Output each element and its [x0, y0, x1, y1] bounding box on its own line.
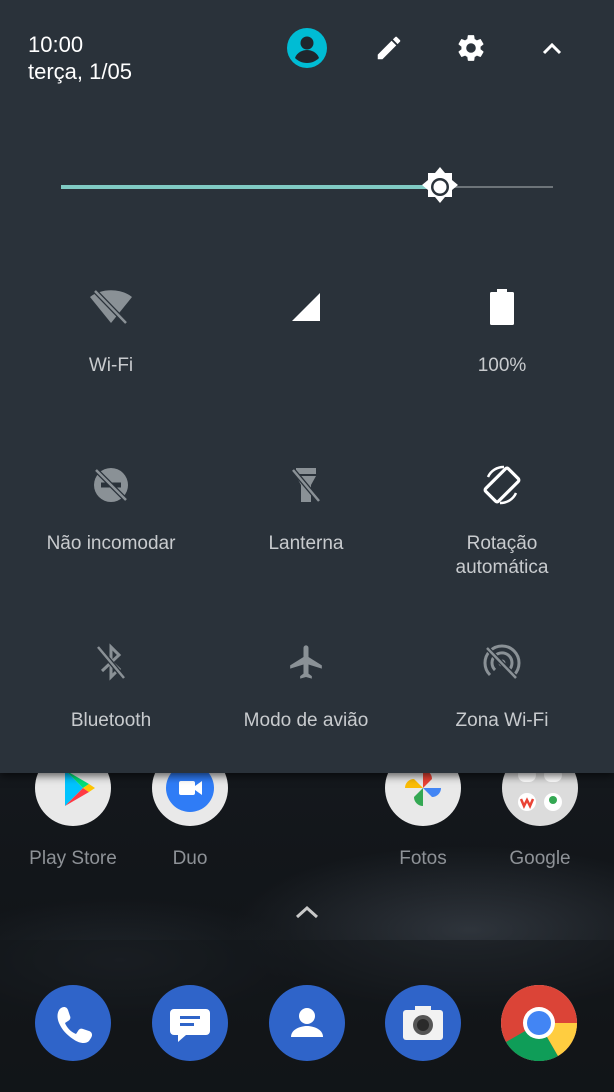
cellular-signal-icon: [292, 293, 320, 321]
battery-icon: [490, 289, 514, 325]
tile-label: Lanterna: [268, 533, 344, 554]
tile-auto-rotate[interactable]: Rotação automática: [402, 460, 602, 580]
bluetooth-off-icon: [96, 643, 126, 681]
app-label: Fotos: [399, 848, 447, 869]
tile-do-not-disturb[interactable]: Não incomodar: [11, 460, 211, 556]
brightness-thumb-icon[interactable]: [418, 165, 462, 209]
wifi-off-icon: [90, 289, 132, 325]
app-label: Play Store: [29, 848, 117, 869]
auto-rotate-icon: [483, 465, 521, 505]
tile-cellular[interactable]: [206, 282, 406, 354]
pencil-icon: [377, 36, 401, 60]
collapse-button[interactable]: [528, 24, 576, 72]
account-icon: [287, 28, 327, 68]
do-not-disturb-off-icon: [94, 468, 128, 502]
tile-label: Wi-Fi: [88, 355, 134, 376]
hotspot-off-icon: [483, 644, 521, 680]
edit-tiles-button[interactable]: [365, 24, 413, 72]
settings-button[interactable]: [447, 24, 495, 72]
gear-icon: [458, 35, 484, 61]
chrome-icon[interactable]: [501, 985, 578, 1062]
tile-bluetooth[interactable]: Bluetooth: [11, 637, 211, 733]
tile-label: Bluetooth: [70, 710, 152, 731]
tile-flashlight[interactable]: Lanterna: [206, 460, 406, 556]
app-drawer-arrow-icon[interactable]: [293, 903, 321, 921]
tile-label: Não incomodar: [46, 533, 176, 554]
tile-label: Rotação automática: [455, 533, 549, 578]
user-switch-button[interactable]: [283, 24, 331, 72]
camera-icon[interactable]: [385, 985, 461, 1061]
tile-hotspot[interactable]: Zona Wi-Fi: [402, 637, 602, 733]
tile-label: 100%: [477, 355, 527, 376]
clock-time: 10:00: [28, 32, 84, 57]
messages-icon[interactable]: [152, 985, 228, 1061]
phone-icon[interactable]: [35, 985, 111, 1061]
clock-date: terça, 1/05: [28, 59, 132, 84]
app-label: Google: [509, 848, 571, 869]
tile-airplane-mode[interactable]: Modo de avião: [206, 637, 406, 733]
brightness-track-filled: [61, 185, 440, 189]
tile-label: Modo de avião: [243, 710, 369, 731]
chevron-up-icon: [542, 42, 562, 55]
flashlight-off-icon: [291, 468, 321, 503]
quick-settings-panel: 10:00 terça, 1/05 Wi-Fi 100% Não incomod…: [0, 0, 614, 773]
tile-label: Zona Wi-Fi: [455, 710, 549, 731]
contacts-icon[interactable]: [269, 985, 345, 1061]
app-label: Duo: [172, 848, 208, 869]
tile-battery[interactable]: 100%: [402, 282, 602, 378]
airplane-icon: [290, 645, 322, 679]
tile-wifi[interactable]: Wi-Fi: [11, 282, 211, 378]
